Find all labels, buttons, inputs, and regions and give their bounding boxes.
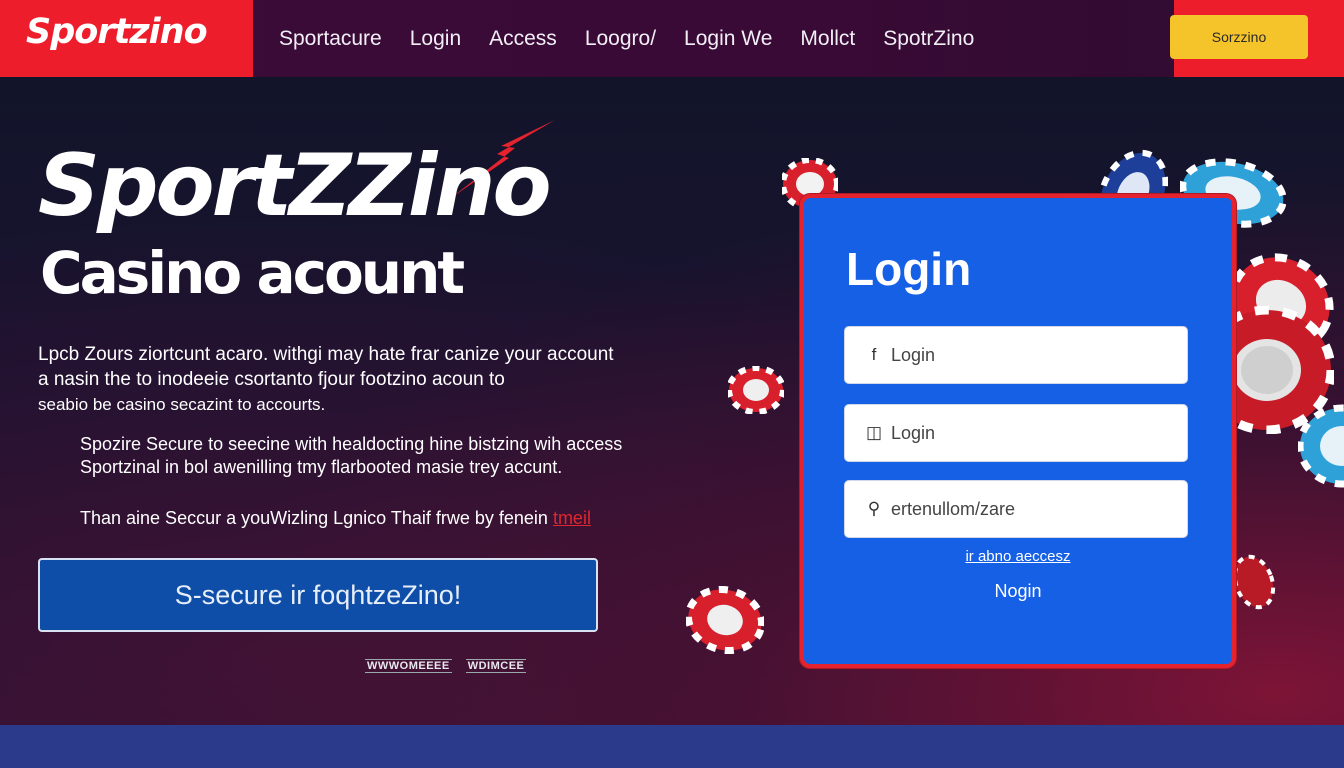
nav-item-login-we[interactable]: Login We: [684, 27, 772, 51]
paragraph-line: Lpcb Zours ziortcunt acaro. withgi may h…: [38, 344, 614, 365]
partner-logo: WDIMCEE: [465, 659, 527, 673]
login-card-title: Login: [846, 243, 972, 295]
paragraph-line: a nasin the to inodeeie csortanto fjour …: [38, 369, 505, 390]
brand-logo[interactable]: Sportzino: [26, 12, 208, 52]
nav-item-sportacure[interactable]: Sportacure: [279, 27, 382, 51]
brand-logo-box[interactable]: Sportzino: [0, 0, 253, 77]
partner-logo: WWWOMEEEE: [365, 659, 452, 673]
hero-paragraph-intro: Lpcb Zours ziortcunt acaro. withgi may h…: [38, 342, 658, 417]
hero-paragraph-secure: Spozire Secure to seecine with healdocti…: [80, 433, 640, 479]
header-cta-button[interactable]: Sorzzino: [1170, 15, 1308, 59]
casino-chip-icon: [728, 366, 784, 414]
login-input-facebook[interactable]: [891, 344, 1161, 366]
forgot-access-link[interactable]: ir abno aeccesz: [965, 548, 1070, 565]
nav-item-loogro[interactable]: Loogro/: [585, 27, 656, 51]
login-submit-row: Nogin: [804, 581, 1232, 602]
nav-item-access[interactable]: Access: [489, 27, 557, 51]
casino-chip-icon: [1232, 554, 1276, 610]
login-card: Login f ◫ ⚲ ir abno aeccesz Nogin: [800, 194, 1236, 668]
partner-logos: WWWOMEEEE WDIMCEE: [365, 659, 527, 673]
paragraph-line: Sportzinal in bol awenilling tmy flarboo…: [80, 457, 563, 477]
top-header: Sportzino Sportacure Login Access Loogro…: [0, 0, 1344, 77]
secure-login-button[interactable]: S-secure ir foqhtzeZino!: [38, 558, 598, 632]
nav-item-login[interactable]: Login: [410, 27, 461, 51]
login-field-facebook[interactable]: f: [844, 326, 1188, 384]
terms-link[interactable]: tmeil: [553, 508, 591, 528]
hero-subtitle: Casino acount: [40, 239, 465, 307]
casino-chip-icon: [686, 586, 764, 654]
key-icon: ⚲: [867, 499, 881, 518]
paragraph-line: Spozire Secure to seecine with healdocti…: [80, 434, 623, 454]
login-field-username[interactable]: ◫: [844, 404, 1188, 462]
nav-item-spotrzino[interactable]: SpotrZino: [883, 27, 974, 51]
facebook-icon: f: [871, 345, 877, 364]
footer-band: [0, 725, 1344, 768]
paragraph-line: seabio be casino secazint to accourts.: [38, 395, 326, 414]
main-nav: Sportacure Login Access Loogro/ Login We…: [265, 0, 988, 77]
hero-title: SportZZino: [38, 136, 552, 236]
nav-item-mollct[interactable]: Mollct: [800, 27, 855, 51]
login-input-password[interactable]: [891, 498, 1161, 520]
login-field-password[interactable]: ⚲: [844, 480, 1188, 538]
forgot-access-row: ir abno aeccesz: [804, 548, 1232, 565]
hero-paragraph-note: Than aine Seccur a youWizling Lgnico Tha…: [80, 508, 591, 529]
login-input-username[interactable]: [891, 422, 1161, 444]
id-card-icon: ◫: [865, 423, 883, 442]
casino-chip-icon: [1298, 404, 1344, 488]
login-submit-button[interactable]: Nogin: [994, 581, 1041, 601]
paragraph-line: Than aine Seccur a youWizling Lgnico Tha…: [80, 508, 548, 528]
